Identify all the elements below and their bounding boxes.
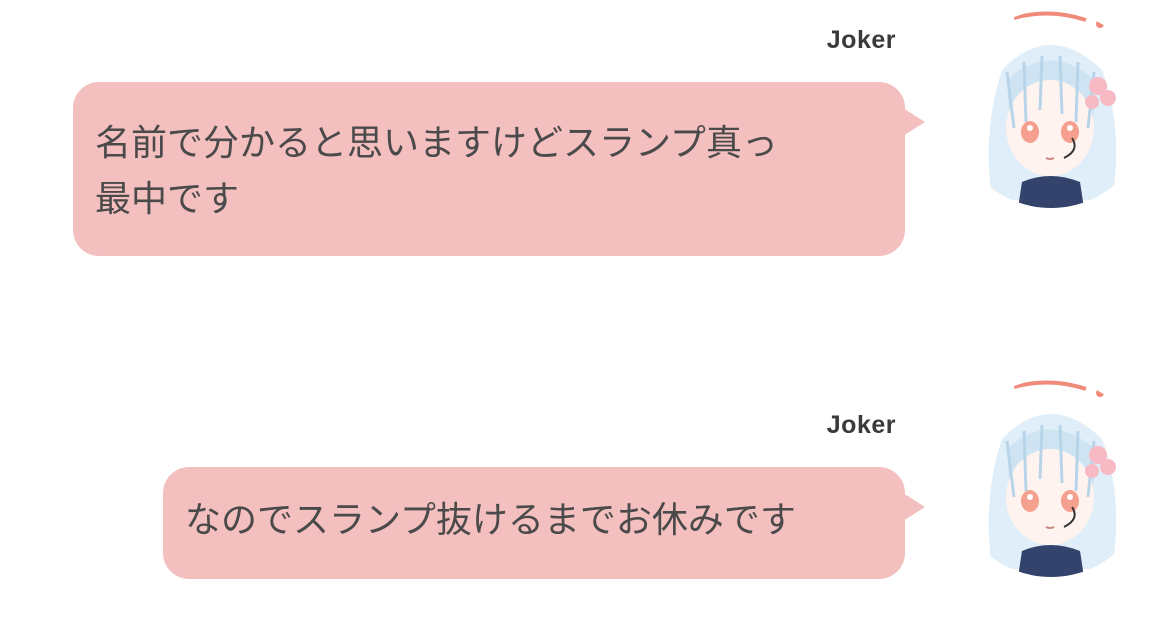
bubble-tail — [903, 493, 925, 521]
anime-girl-avatar-icon[interactable] — [952, 10, 1150, 208]
anime-girl-avatar-icon[interactable] — [952, 379, 1150, 577]
message-text-line: 名前で分かると思いますけどスランプ真っ — [95, 123, 778, 164]
sender-name: Joker — [826, 411, 896, 439]
bubble-tail — [903, 108, 925, 136]
message-text-line: 最中です — [95, 179, 240, 220]
sender-name: Joker — [826, 26, 896, 54]
message-bubble[interactable]: なのでスランプ抜けるまでお休みです — [163, 467, 925, 579]
chat-thread: Joker 名前で分かると思いますけどスランプ真っ 最中です Joker なので… — [0, 0, 1170, 643]
message-bubble[interactable]: 名前で分かると思いますけどスランプ真っ 最中です — [73, 82, 925, 256]
message-text-line: なのでスランプ抜けるまでお休みです — [185, 500, 796, 541]
